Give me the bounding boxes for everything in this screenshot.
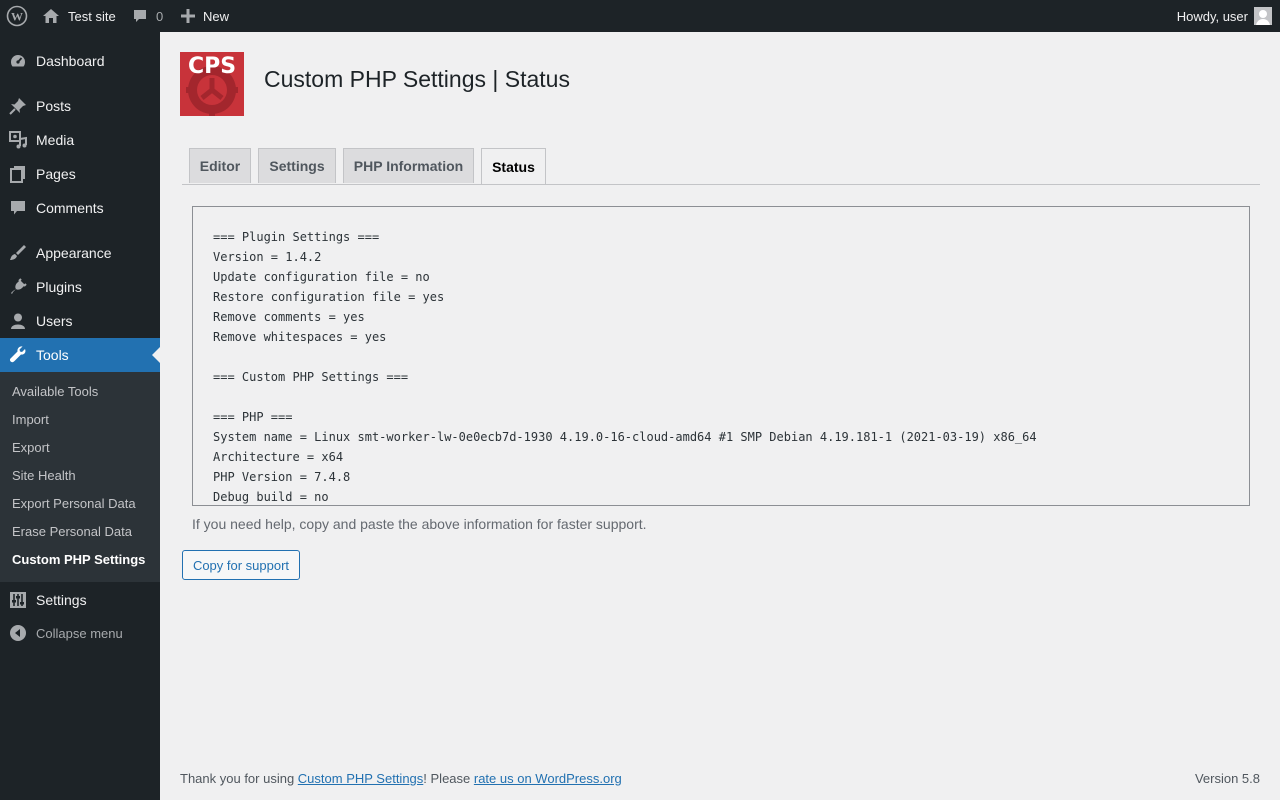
status-line: [213, 347, 1249, 367]
sidebar-item-label: Settings: [36, 592, 87, 608]
new-content-link[interactable]: New: [181, 0, 229, 32]
sidebar-item-comments[interactable]: Comments: [0, 191, 160, 225]
plugin-icon: [8, 277, 28, 297]
settings-icon: [8, 590, 28, 610]
collapse-menu-button[interactable]: Collapse menu: [0, 616, 160, 650]
status-textarea[interactable]: === Plugin Settings === Version = 1.4.2 …: [192, 206, 1250, 506]
sidebar-item-label: Plugins: [36, 279, 82, 295]
submenu-item-import[interactable]: Import: [12, 406, 49, 434]
status-line: Version = 1.4.2: [213, 250, 322, 264]
sidebar-item-dashboard[interactable]: Dashboard: [0, 44, 160, 78]
sidebar-item-label: Users: [36, 313, 73, 329]
tools-submenu: Available Tools Import Export Site Healt…: [0, 372, 160, 582]
status-line: PHP Version = 7.4.8: [213, 470, 351, 484]
status-line: Update configuration file = no: [213, 270, 430, 284]
page-title: Custom PHP Settings | Status: [264, 66, 570, 92]
media-icon: [8, 130, 28, 150]
logo-text: CPS: [187, 54, 237, 79]
sidebar-item-users[interactable]: Users: [0, 304, 160, 338]
sidebar-item-appearance[interactable]: Appearance: [0, 236, 160, 270]
submenu-item-site-health[interactable]: Site Health: [12, 462, 76, 490]
status-line: === PHP ===: [213, 410, 293, 424]
submenu-item-erase-personal-data[interactable]: Erase Personal Data: [12, 518, 132, 546]
tab-settings[interactable]: Settings: [258, 148, 336, 183]
site-name-label: Test site: [68, 8, 116, 24]
sidebar-item-label: Appearance: [36, 245, 112, 261]
wordpress-logo-icon[interactable]: W: [6, 0, 28, 32]
comments-link[interactable]: 0: [132, 0, 163, 32]
tab-status[interactable]: Status: [481, 148, 546, 184]
submenu-item-export[interactable]: Export: [12, 434, 50, 462]
footer-thanks: Thank you for using Custom PHP Settings!…: [180, 771, 622, 786]
status-line: Remove whitespaces = yes: [213, 330, 387, 344]
sidebar-item-settings[interactable]: Settings: [0, 583, 160, 617]
sidebar-item-label: Posts: [36, 98, 72, 114]
paintbrush-icon: [8, 243, 28, 263]
wrench-icon: [8, 345, 28, 365]
plus-icon: [181, 9, 195, 23]
collapse-arrow-icon: [8, 623, 28, 643]
sidebar-item-label: Tools: [36, 347, 69, 363]
dashboard-icon: [8, 51, 28, 71]
footer-thanks-prefix: Thank you for using: [180, 771, 298, 786]
sidebar-item-label: Media: [36, 132, 75, 148]
plugin-logo: CPS: [180, 52, 244, 116]
users-icon: [8, 311, 28, 331]
status-line: === Custom PHP Settings ===: [213, 370, 409, 384]
pages-icon: [8, 164, 28, 184]
copy-for-support-button[interactable]: Copy for support: [182, 550, 300, 580]
submenu-item-custom-php-settings[interactable]: Custom PHP Settings: [12, 546, 145, 574]
sidebar-item-plugins[interactable]: Plugins: [0, 270, 160, 304]
status-line: System name = Linux smt-worker-lw-0e0ecb…: [213, 430, 1037, 444]
comments-count: 0: [156, 8, 164, 24]
status-line: Debug build = no: [213, 490, 329, 504]
submenu-item-available-tools[interactable]: Available Tools: [12, 378, 98, 406]
sidebar-item-label: Pages: [36, 166, 76, 182]
status-line: Architecture = x64: [213, 450, 344, 464]
user-account-menu[interactable]: Howdy, user: [1177, 0, 1272, 32]
home-icon: [42, 7, 60, 25]
pushpin-icon: [8, 96, 28, 116]
admin-sidebar: Dashboard Posts Media Pages Comments App…: [0, 32, 160, 800]
plugin-link[interactable]: Custom PHP Settings: [298, 771, 423, 786]
sidebar-item-pages[interactable]: Pages: [0, 157, 160, 191]
tab-editor[interactable]: Editor: [189, 148, 251, 183]
comment-bubble-icon: [132, 8, 148, 24]
svg-text:W: W: [11, 10, 23, 24]
status-line: Remove comments = yes: [213, 310, 365, 324]
sidebar-item-tools[interactable]: Tools: [0, 338, 160, 372]
nav-tab-wrapper: Editor Settings PHP Information Status: [182, 148, 1260, 185]
new-label: New: [203, 8, 230, 24]
sidebar-item-label: Comments: [36, 200, 104, 216]
submenu-item-export-personal-data[interactable]: Export Personal Data: [12, 490, 136, 518]
avatar: [1254, 7, 1272, 25]
site-name-link[interactable]: Test site: [42, 0, 116, 32]
status-line: === Plugin Settings ===: [213, 230, 380, 244]
footer-version: Version 5.8: [1194, 771, 1260, 786]
sidebar-item-media[interactable]: Media: [0, 123, 160, 157]
help-text: If you need help, copy and paste the abo…: [192, 516, 647, 532]
admin-bar: W Test site 0 New Howdy, user: [0, 0, 1280, 32]
comment-icon: [8, 198, 28, 218]
sidebar-item-posts[interactable]: Posts: [0, 89, 160, 123]
rate-link[interactable]: rate us on WordPress.org: [474, 771, 622, 786]
collapse-menu-label: Collapse menu: [36, 625, 123, 641]
status-line: [213, 387, 1249, 407]
footer-please: ! Please: [423, 771, 474, 786]
status-line: Restore configuration file = yes: [213, 290, 445, 304]
sidebar-item-label: Dashboard: [36, 53, 105, 69]
tab-php-information[interactable]: PHP Information: [343, 148, 474, 183]
howdy-label: Howdy, user: [1176, 8, 1248, 24]
